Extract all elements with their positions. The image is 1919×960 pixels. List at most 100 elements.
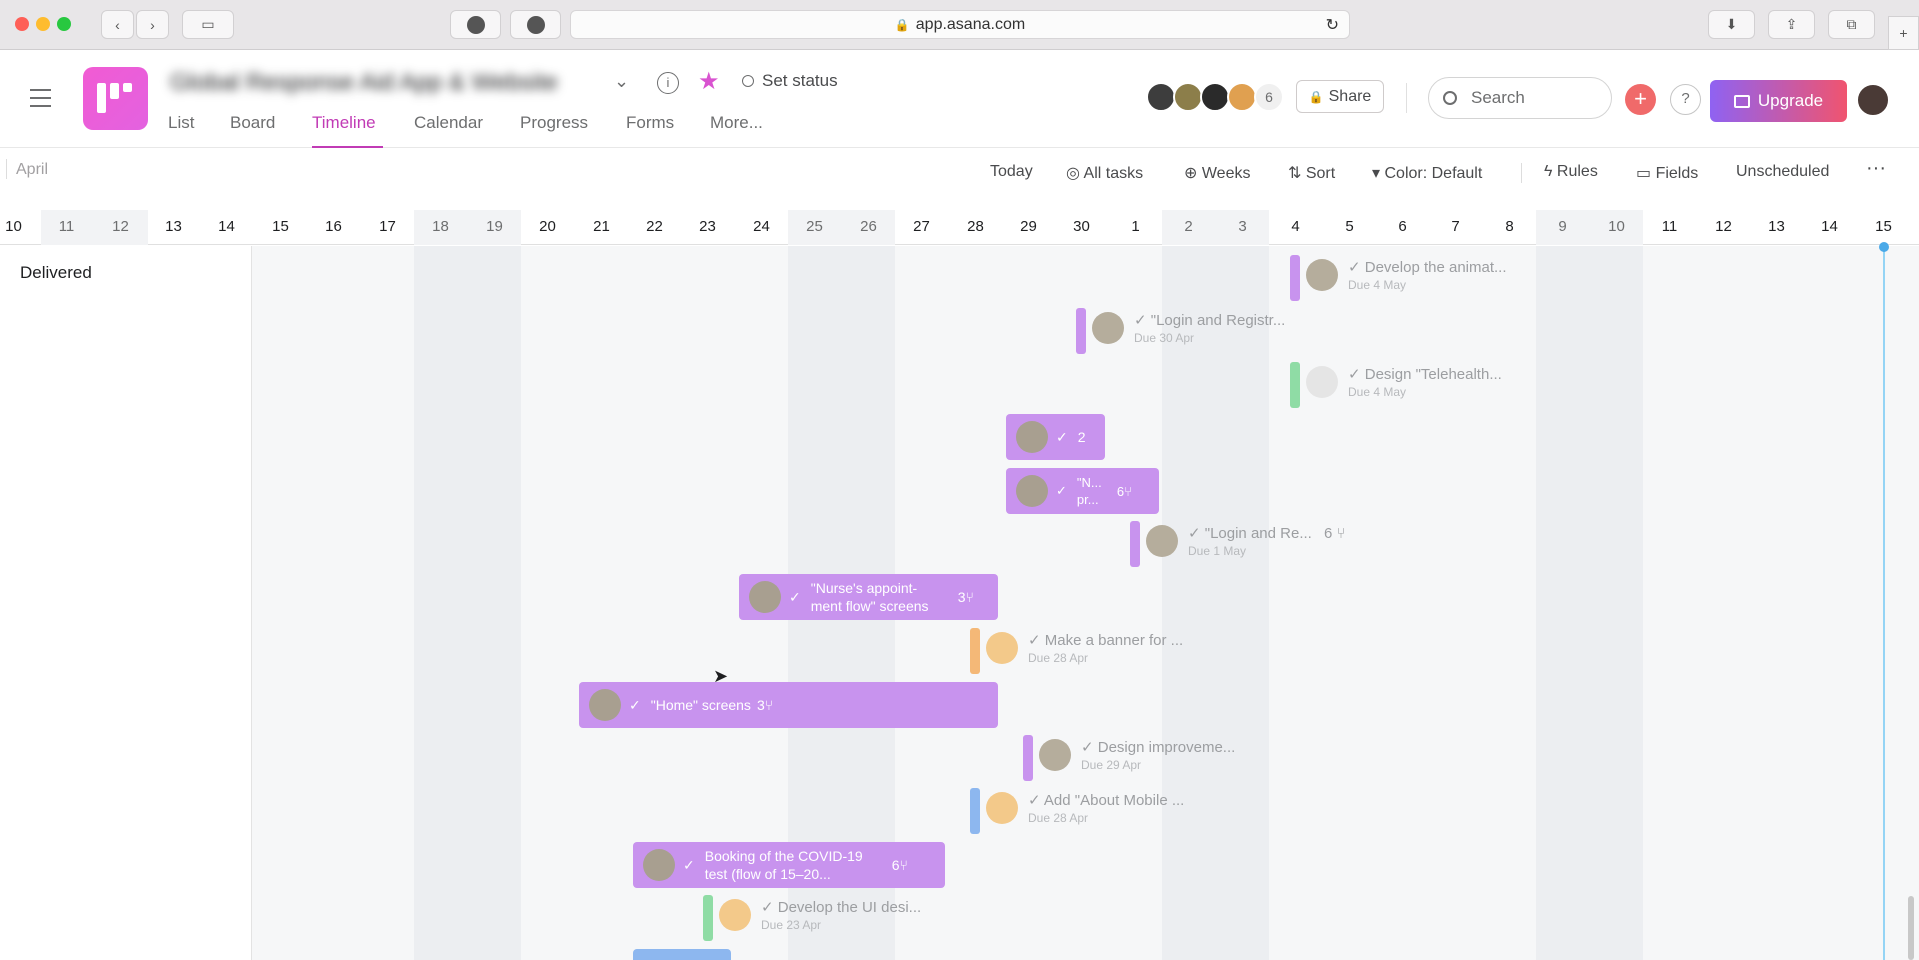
tab-board[interactable]: Board (230, 113, 275, 133)
info-icon[interactable]: i (657, 72, 679, 94)
maximize-window-button[interactable] (57, 17, 71, 31)
check-icon: ✓ (1348, 259, 1365, 276)
task-bar[interactable]: ✓ "N... pr... 6 ⑂ (1006, 468, 1159, 514)
set-status-button[interactable]: Set status (762, 71, 838, 91)
plus-icon: + (1899, 25, 1908, 41)
star-icon[interactable]: ★ (698, 67, 720, 96)
section-title-delivered[interactable]: Delivered (20, 263, 92, 283)
subtask-icon: ⑂ (965, 589, 974, 605)
timeline-canvas[interactable]: ✓ Develop the animat... Due 4 May ✓ "Logi… (0, 242, 1919, 960)
unscheduled-button[interactable]: Unscheduled (1736, 163, 1829, 181)
task-item[interactable]: ✓ "Login and Re... 6 ⑂ Due 1 May (1146, 524, 1346, 558)
date-label: 11 (58, 218, 75, 235)
share-page-button[interactable]: ⇪ (1768, 10, 1815, 39)
lock-icon: 🔒 (894, 17, 910, 32)
task-item[interactable]: ✓ Design improveme... Due 29 Apr (1039, 738, 1235, 772)
tabs-overview-button[interactable]: ⧉ (1828, 10, 1875, 39)
date-label: 8 (1505, 218, 1514, 235)
task-marker[interactable] (1130, 521, 1140, 567)
weeks-zoom-button[interactable]: ⊕ Weeks (1184, 163, 1250, 183)
close-window-button[interactable] (15, 17, 29, 31)
task-bar[interactable]: ✓ "Home" screens 3 ⑂ (579, 682, 998, 728)
check-icon: ✓ (629, 696, 641, 713)
share-button[interactable]: 🔒 Share (1296, 80, 1384, 113)
back-button[interactable]: ‹ (101, 10, 134, 39)
task-bar[interactable]: ✓ "Nurse's appoint-ment flow" screens 3 ⑂ (739, 574, 998, 620)
date-label: 13 (165, 218, 182, 235)
sidebar-icon: ▭ (201, 16, 215, 32)
tab-timeline[interactable]: Timeline (312, 113, 376, 133)
task-marker[interactable] (970, 788, 980, 834)
paint-icon: ▾ (1372, 165, 1385, 182)
sidebar-toggle-button[interactable]: ▭ (182, 10, 234, 39)
more-options-icon[interactable]: ··· (1866, 157, 1886, 180)
task-marker[interactable] (1290, 255, 1300, 301)
fields-button[interactable]: ▭ Fields (1636, 163, 1698, 183)
menu-icon[interactable] (30, 89, 51, 107)
date-label: 4 (1291, 218, 1300, 235)
search-input[interactable]: Search (1428, 77, 1612, 119)
date-label: 17 (379, 218, 396, 235)
tab-more[interactable]: More... (710, 113, 763, 133)
task-item[interactable]: ✓ Add "About Mobile ... Due 28 Apr (986, 791, 1184, 825)
task-bar[interactable] (633, 949, 731, 960)
task-item[interactable]: ✓ "Login and Registr... Due 30 Apr (1092, 311, 1285, 345)
date-label: 11 (1661, 218, 1678, 235)
task-item[interactable]: ✓ Design "Telehealth... Due 4 May (1306, 365, 1502, 399)
check-icon: ✓ (1056, 483, 1067, 498)
user-avatar[interactable] (1856, 83, 1890, 117)
task-marker[interactable] (703, 895, 713, 941)
task-item[interactable]: ✓ Make a banner for ... Due 28 Apr (986, 631, 1183, 665)
subtask-icon: ⑂ (764, 697, 774, 713)
scrollbar[interactable] (1908, 896, 1914, 960)
tab-calendar[interactable]: Calendar (414, 113, 483, 133)
project-icon[interactable] (83, 67, 148, 130)
task-marker[interactable] (1023, 735, 1033, 781)
adblock-extension-button[interactable] (510, 10, 561, 39)
new-tab-button[interactable]: + (1888, 16, 1919, 50)
search-icon (1443, 91, 1457, 105)
avatar (1200, 82, 1230, 112)
task-item[interactable]: ✓ Develop the animat... Due 4 May (1306, 258, 1507, 292)
rules-button[interactable]: ϟ Rules (1544, 163, 1598, 181)
tab-list[interactable]: List (168, 113, 194, 133)
forward-button[interactable]: › (136, 10, 169, 39)
reload-icon[interactable]: ↻ (1326, 15, 1339, 35)
check-icon: ✓ (1348, 366, 1365, 383)
task-bar[interactable]: ✓ 2 (1006, 414, 1105, 460)
avatar (1306, 366, 1338, 398)
downloads-button[interactable]: ⬇ (1708, 10, 1755, 39)
avatar (643, 849, 675, 881)
avatar (749, 581, 781, 613)
add-button[interactable]: + (1625, 84, 1656, 115)
chevron-down-icon[interactable]: ⌄ (614, 71, 629, 92)
project-title[interactable]: Global Response Aid App & Website (170, 69, 558, 97)
avatar (1092, 312, 1124, 344)
task-marker[interactable] (1076, 308, 1086, 354)
sort-button[interactable]: ⇅ Sort (1288, 163, 1335, 183)
task-marker[interactable] (1290, 362, 1300, 408)
tab-forms[interactable]: Forms (626, 113, 674, 133)
address-bar[interactable]: 🔒 app.asana.com ↻ (570, 10, 1350, 39)
minimize-window-button[interactable] (36, 17, 50, 31)
grammarly-icon (466, 15, 485, 34)
date-label: 10 (5, 218, 22, 235)
briefcase-icon (1733, 94, 1750, 108)
check-icon: ✓ (1134, 312, 1151, 329)
date-label: 5 (1345, 218, 1354, 235)
date-label: 30 (1073, 218, 1090, 235)
tab-progress[interactable]: Progress (520, 113, 588, 133)
all-tasks-filter[interactable]: ◎ All tasks (1066, 163, 1143, 183)
color-button[interactable]: ▾ Color: Default (1372, 163, 1482, 183)
avatar (589, 689, 621, 721)
date-label: 3 (1238, 218, 1247, 235)
date-label: 20 (539, 218, 556, 235)
grammarly-extension-button[interactable] (450, 10, 501, 39)
upgrade-button[interactable]: Upgrade (1710, 80, 1847, 122)
help-button[interactable]: ? (1670, 84, 1701, 115)
date-label: 16 (325, 218, 342, 235)
task-item[interactable]: ✓ Develop the UI desi... Due 23 Apr (719, 898, 921, 932)
today-button[interactable]: Today (990, 163, 1033, 181)
task-bar[interactable]: ✓ Booking of the COVID-19 test (flow of … (633, 842, 945, 888)
task-marker[interactable] (970, 628, 980, 674)
